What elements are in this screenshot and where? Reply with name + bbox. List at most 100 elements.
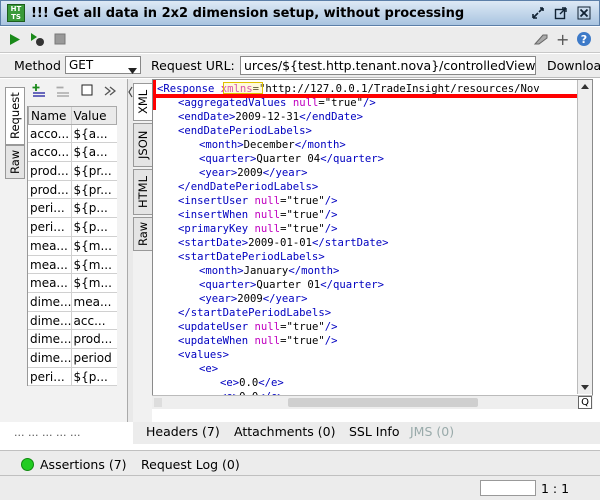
param-name-cell[interactable]: dime...	[28, 348, 72, 367]
table-row[interactable]: peri... ${p...	[28, 199, 117, 219]
code-line: <year>2009</year>	[157, 166, 540, 180]
code-token: ="true"	[280, 335, 325, 347]
request-url-input[interactable]: urces/${test.http.tenant.nova}/controlle…	[240, 56, 536, 75]
tab-assertions[interactable]: Assertions (7)	[40, 457, 127, 472]
table-row[interactable]: prod... ${pr...	[28, 162, 117, 181]
code-token: <e>	[220, 377, 240, 389]
param-value-cell[interactable]: ${p...	[72, 368, 117, 386]
tab-attachments[interactable]: Attachments (0)	[234, 424, 335, 439]
tab-request-log[interactable]: Request Log (0)	[141, 457, 240, 472]
param-value-cell[interactable]: ${p...	[72, 199, 117, 217]
clear-params-icon[interactable]	[81, 84, 93, 99]
param-name-cell[interactable]: peri...	[28, 199, 72, 218]
table-row[interactable]: dime... acc...	[28, 311, 117, 331]
param-value-cell[interactable]: ${pr...	[72, 181, 117, 199]
table-row[interactable]: peri... ${p...	[28, 218, 117, 237]
add-to-loadtest-icon[interactable]	[29, 31, 45, 50]
table-row[interactable]: mea... ${m...	[28, 274, 117, 293]
param-value-cell[interactable]: ${pr...	[72, 162, 117, 180]
column-header-name[interactable]: Name	[29, 107, 72, 124]
table-row[interactable]: dime... mea...	[28, 292, 117, 312]
param-value-cell[interactable]: ${p...	[72, 218, 117, 236]
param-name-cell[interactable]: mea...	[28, 274, 72, 292]
xml-code: <Response xmlns="http://127.0.0.1/TradeI…	[157, 82, 540, 404]
editor-horizontal-scrollbar[interactable]: Q	[152, 395, 593, 409]
close-icon[interactable]	[576, 5, 592, 21]
code-token: December	[243, 139, 295, 151]
tab-raw[interactable]: Raw	[5, 145, 25, 179]
reorder-icon[interactable]	[104, 85, 117, 99]
code-line: <year>2009</year>	[157, 292, 540, 306]
editor-vertical-scrollbar[interactable]	[577, 80, 592, 394]
param-name-cell[interactable]: prod...	[28, 180, 72, 199]
code-line: <month>December</month>	[157, 138, 540, 152]
code-token: />	[324, 209, 338, 221]
param-value-cell[interactable]: ${a...	[72, 143, 117, 161]
scrollbar-thumb[interactable]	[288, 398, 478, 407]
table-row[interactable]: prod... ${pr...	[28, 180, 117, 200]
search-icon[interactable]: Q	[578, 396, 592, 409]
code-token: <insertWhen	[178, 209, 255, 221]
table-row[interactable]: dime... prod...	[28, 330, 117, 349]
add-param-icon[interactable]	[31, 83, 47, 102]
tab-json[interactable]: JSON	[133, 123, 153, 167]
param-name-cell[interactable]: acco...	[28, 143, 72, 162]
help-icon[interactable]: ?	[576, 31, 592, 50]
code-token: </year>	[262, 293, 308, 305]
param-name-cell[interactable]: peri...	[28, 218, 72, 236]
method-select[interactable]: GET	[65, 56, 141, 74]
table-row[interactable]: acco... ${a...	[28, 124, 117, 144]
param-name-cell[interactable]: prod...	[28, 162, 72, 180]
param-value-cell[interactable]: ${m...	[72, 256, 117, 274]
code-line: <insertUser null="true"/>	[157, 194, 540, 208]
assertion-status-icon	[21, 458, 34, 474]
code-token: ="true"	[280, 209, 325, 221]
code-token: <updateUser	[178, 321, 255, 333]
param-value-cell[interactable]: ${m...	[72, 237, 117, 255]
tab-request[interactable]: Request	[5, 87, 25, 145]
table-row[interactable]: mea... ${m...	[28, 255, 117, 275]
table-row[interactable]: dime... period	[28, 348, 117, 368]
param-value-cell[interactable]: ${m...	[72, 274, 117, 292]
param-name-cell[interactable]: dime...	[28, 311, 72, 330]
column-header-value[interactable]: Value	[72, 107, 116, 124]
tab-raw-response[interactable]: Raw	[133, 217, 153, 251]
maximize-icon[interactable]	[553, 5, 569, 21]
code-token: <quarter>	[199, 279, 257, 291]
tab-ssl-info[interactable]: SSL Info	[349, 424, 399, 439]
param-value-cell[interactable]: mea...	[72, 293, 117, 311]
code-token: ="true"	[318, 97, 363, 109]
xmlns-highlight	[223, 82, 263, 94]
param-value-cell[interactable]: acc...	[72, 312, 117, 330]
tab-jms[interactable]: JMS (0)	[410, 424, 454, 439]
param-name-cell[interactable]: acco...	[28, 124, 72, 143]
table-row[interactable]: peri... ${p...	[28, 367, 117, 387]
clear-icon[interactable]	[533, 32, 549, 49]
code-token: <values>	[178, 349, 230, 361]
stop-icon[interactable]	[54, 33, 66, 48]
param-name-cell[interactable]: mea...	[28, 255, 72, 274]
param-name-cell[interactable]: dime...	[28, 292, 72, 311]
param-name-cell[interactable]: mea...	[28, 236, 72, 255]
add-icon[interactable]: +	[556, 30, 569, 49]
request-url-bar: Method GET Request URL: urces/${test.htt…	[0, 54, 600, 78]
tab-html[interactable]: HTML	[133, 169, 153, 215]
code-token: </month>	[288, 265, 340, 277]
table-row[interactable]: acco... ${a...	[28, 143, 117, 163]
table-row[interactable]: mea... ${m...	[28, 236, 117, 256]
run-icon[interactable]	[9, 33, 21, 49]
remove-param-icon[interactable]	[55, 83, 71, 102]
tab-headers[interactable]: Headers (7)	[146, 424, 220, 439]
tab-xml[interactable]: XML	[133, 83, 153, 121]
param-value-cell[interactable]: prod...	[72, 330, 117, 348]
param-name-cell[interactable]: dime...	[28, 330, 72, 348]
xml-response-editor[interactable]: <Response xmlns="http://127.0.0.1/TradeI…	[152, 79, 593, 409]
code-line: </startDatePeriodLabels>	[157, 306, 540, 320]
param-name-cell[interactable]: peri...	[28, 367, 72, 386]
param-value-cell[interactable]: ${a...	[72, 125, 117, 143]
method-value: GET	[69, 58, 94, 72]
code-line: <updateUser null="true"/>	[157, 320, 540, 334]
minimize-icon[interactable]	[530, 5, 546, 21]
param-value-cell[interactable]: period	[72, 349, 117, 367]
code-token: 2009	[237, 293, 263, 305]
